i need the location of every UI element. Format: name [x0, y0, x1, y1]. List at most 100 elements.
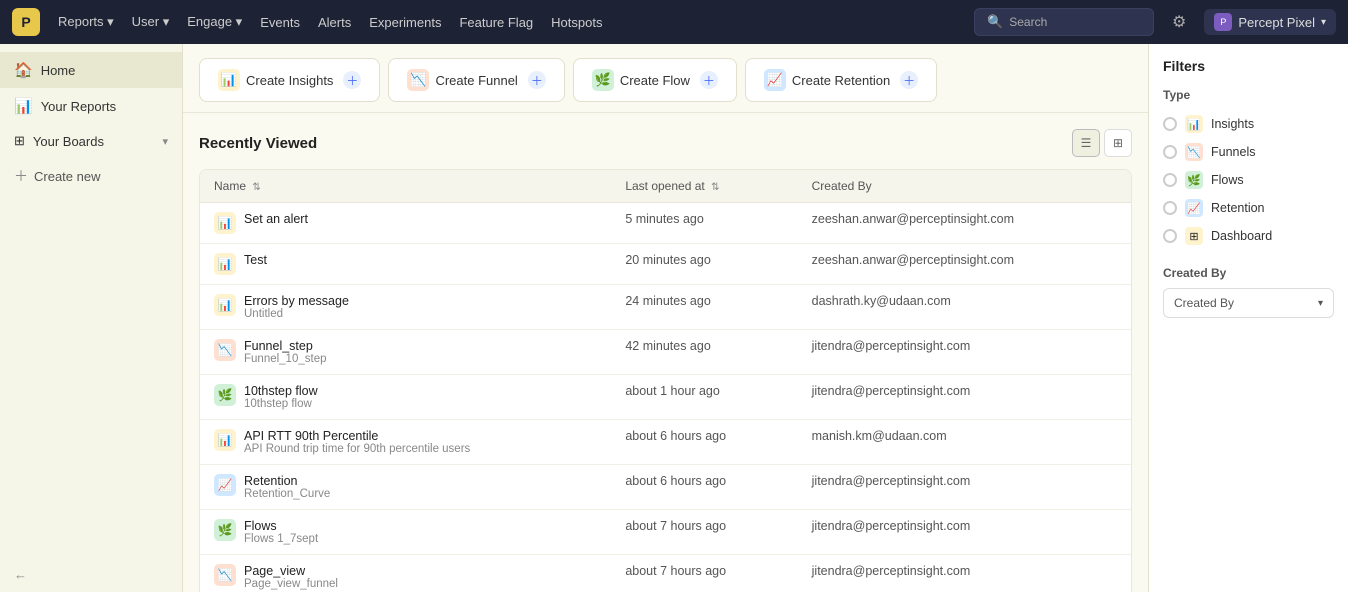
reports-icon: 📊: [14, 97, 33, 115]
nav-engage[interactable]: Engage ▾: [187, 14, 242, 30]
created-by-cell-8: jitendra@perceptinsight.com: [798, 555, 1131, 592]
recently-viewed-header: Recently Viewed ☰ ⊞: [199, 129, 1132, 157]
create-plus-icon: ＋: [14, 166, 28, 186]
nav-experiments[interactable]: Experiments: [369, 15, 441, 30]
table-row[interactable]: 📉 Page_view Page_view_funnel about 7 hou…: [200, 555, 1131, 592]
table-row[interactable]: 📊 API RTT 90th Percentile API Round trip…: [200, 420, 1131, 465]
recently-viewed-section: Recently Viewed ☰ ⊞ Name ⇅: [183, 113, 1148, 592]
row-name-5: API RTT 90th Percentile: [244, 429, 470, 443]
filter-retention-radio[interactable]: [1163, 201, 1177, 215]
sidebar-item-home[interactable]: 🏠 Home: [0, 52, 182, 88]
insights-add-icon[interactable]: ＋: [343, 71, 361, 89]
name-cell-2: 📊 Errors by message Untitled: [200, 285, 611, 330]
filters-panel: Filters Type 📊 Insights 📉 Funnels 🌿 Flow…: [1148, 44, 1348, 592]
create-retention-button[interactable]: 📈 Create Retention ＋: [745, 58, 937, 102]
last-opened-cell-5: about 6 hours ago: [611, 420, 797, 465]
filter-funnels-radio[interactable]: [1163, 145, 1177, 159]
row-sub-5: API Round trip time for 90th percentile …: [244, 443, 470, 455]
row-type-icon-7: 🌿: [214, 519, 236, 541]
last-opened-cell-1: 20 minutes ago: [611, 244, 797, 285]
created-by-cell-7: jitendra@perceptinsight.com: [798, 510, 1131, 555]
create-insights-button[interactable]: 📊 Create Insights ＋: [199, 58, 380, 102]
name-cell-4: 🌿 10thstep flow 10thstep flow: [200, 375, 611, 420]
created-by-dropdown[interactable]: Created By ▾: [1163, 288, 1334, 318]
filter-dashboard-radio[interactable]: [1163, 229, 1177, 243]
sidebar: 🏠 Home 📊 Your Reports ⊞ Your Boards ▾ ＋ …: [0, 44, 183, 592]
create-flow-button[interactable]: 🌿 Create Flow ＋: [573, 58, 737, 102]
filter-insights[interactable]: 📊 Insights: [1163, 110, 1334, 138]
funnel-icon: 📉: [407, 69, 429, 91]
sidebar-collapse-icon[interactable]: ←: [14, 567, 27, 582]
row-sub-2: Untitled: [244, 308, 349, 320]
col-last-opened[interactable]: Last opened at ⇅: [611, 170, 797, 203]
recently-viewed-title: Recently Viewed: [199, 135, 317, 152]
nav-reports[interactable]: Reports ▾: [58, 14, 114, 30]
last-opened-cell-3: 42 minutes ago: [611, 330, 797, 375]
workspace-selector[interactable]: P Percept Pixel ▾: [1204, 9, 1336, 35]
filter-flows-radio[interactable]: [1163, 173, 1177, 187]
row-name-6: Retention: [244, 474, 330, 488]
row-type-icon-5: 📊: [214, 429, 236, 451]
main-content: 📊 Create Insights ＋ 📉 Create Funnel ＋ 🌿 …: [183, 44, 1148, 592]
settings-icon[interactable]: ⚙: [1172, 12, 1186, 32]
table-row[interactable]: 📈 Retention Retention_Curve about 6 hour…: [200, 465, 1131, 510]
row-type-icon-6: 📈: [214, 474, 236, 496]
col-created-by[interactable]: Created By: [798, 170, 1131, 203]
recently-viewed-table-wrapper: Name ⇅ Last opened at ⇅ Created By: [199, 169, 1132, 592]
topnav: P Reports ▾ User ▾ Engage ▾ Events Alert…: [0, 0, 1348, 44]
filter-retention[interactable]: 📈 Retention: [1163, 194, 1334, 222]
created-by-cell-2: dashrath.ky@udaan.com: [798, 285, 1131, 330]
funnel-add-icon[interactable]: ＋: [528, 71, 546, 89]
nav-events[interactable]: Events: [260, 15, 300, 30]
row-sub-6: Retention_Curve: [244, 488, 330, 500]
table-row[interactable]: 📉 Funnel_step Funnel_10_step 42 minutes …: [200, 330, 1131, 375]
filter-insights-radio[interactable]: [1163, 117, 1177, 131]
last-opened-cell-2: 24 minutes ago: [611, 285, 797, 330]
create-bar: 📊 Create Insights ＋ 📉 Create Funnel ＋ 🌿 …: [183, 44, 1148, 113]
create-funnel-button[interactable]: 📉 Create Funnel ＋: [388, 58, 564, 102]
table-row[interactable]: 🌿 Flows Flows 1_7sept about 7 hours ago …: [200, 510, 1131, 555]
retention-add-icon[interactable]: ＋: [900, 71, 918, 89]
nav-feature-flag[interactable]: Feature Flag: [459, 15, 533, 30]
row-sub-7: Flows 1_7sept: [244, 533, 318, 545]
table-row[interactable]: 📊 Test 20 minutes ago zeeshan.anwar@perc…: [200, 244, 1131, 285]
col-name[interactable]: Name ⇅: [200, 170, 611, 203]
nav-user[interactable]: User ▾: [132, 14, 170, 30]
filter-retention-icon: 📈: [1185, 199, 1203, 217]
list-view-button[interactable]: ☰: [1072, 129, 1100, 157]
sidebar-create-new[interactable]: ＋ Create new: [0, 158, 182, 194]
create-funnel-label: Create Funnel: [435, 73, 517, 88]
sidebar-bottom: ←: [0, 557, 182, 592]
boards-icon: ⊞: [14, 133, 25, 149]
table-row[interactable]: 📊 Errors by message Untitled 24 minutes …: [200, 285, 1131, 330]
created-by-section-title: Created By: [1163, 266, 1334, 280]
last-opened-cell-8: about 7 hours ago: [611, 555, 797, 592]
row-type-icon-8: 📉: [214, 564, 236, 586]
last-opened-cell-6: about 6 hours ago: [611, 465, 797, 510]
workspace-chevron-icon: ▾: [1321, 17, 1326, 28]
created-by-cell-3: jitendra@perceptinsight.com: [798, 330, 1131, 375]
create-flow-label: Create Flow: [620, 73, 690, 88]
filter-flows[interactable]: 🌿 Flows: [1163, 166, 1334, 194]
sidebar-item-boards[interactable]: ⊞ Your Boards ▾: [0, 124, 182, 158]
row-name-8: Page_view: [244, 564, 338, 578]
filter-type-label: Type: [1163, 88, 1334, 102]
sidebar-create-label: Create new: [34, 169, 100, 184]
created-by-cell-6: jitendra@perceptinsight.com: [798, 465, 1131, 510]
sidebar-item-reports[interactable]: 📊 Your Reports: [0, 88, 182, 124]
table-row[interactable]: 📊 Set an alert 5 minutes ago zeeshan.anw…: [200, 203, 1131, 244]
search-input[interactable]: 🔍 Search: [974, 8, 1154, 36]
row-type-icon-0: 📊: [214, 212, 236, 234]
name-cell-0: 📊 Set an alert: [200, 203, 611, 244]
insights-icon: 📊: [218, 69, 240, 91]
table-body: 📊 Set an alert 5 minutes ago zeeshan.anw…: [200, 203, 1131, 592]
filter-funnels[interactable]: 📉 Funnels: [1163, 138, 1334, 166]
table-row[interactable]: 🌿 10thstep flow 10thstep flow about 1 ho…: [200, 375, 1131, 420]
filter-dashboard[interactable]: ⊞ Dashboard: [1163, 222, 1334, 250]
filter-flows-label: Flows: [1211, 173, 1244, 187]
flow-add-icon[interactable]: ＋: [700, 71, 718, 89]
nav-hotspots[interactable]: Hotspots: [551, 15, 602, 30]
grid-view-button[interactable]: ⊞: [1104, 129, 1132, 157]
nav-alerts[interactable]: Alerts: [318, 15, 351, 30]
row-name-3: Funnel_step: [244, 339, 326, 353]
